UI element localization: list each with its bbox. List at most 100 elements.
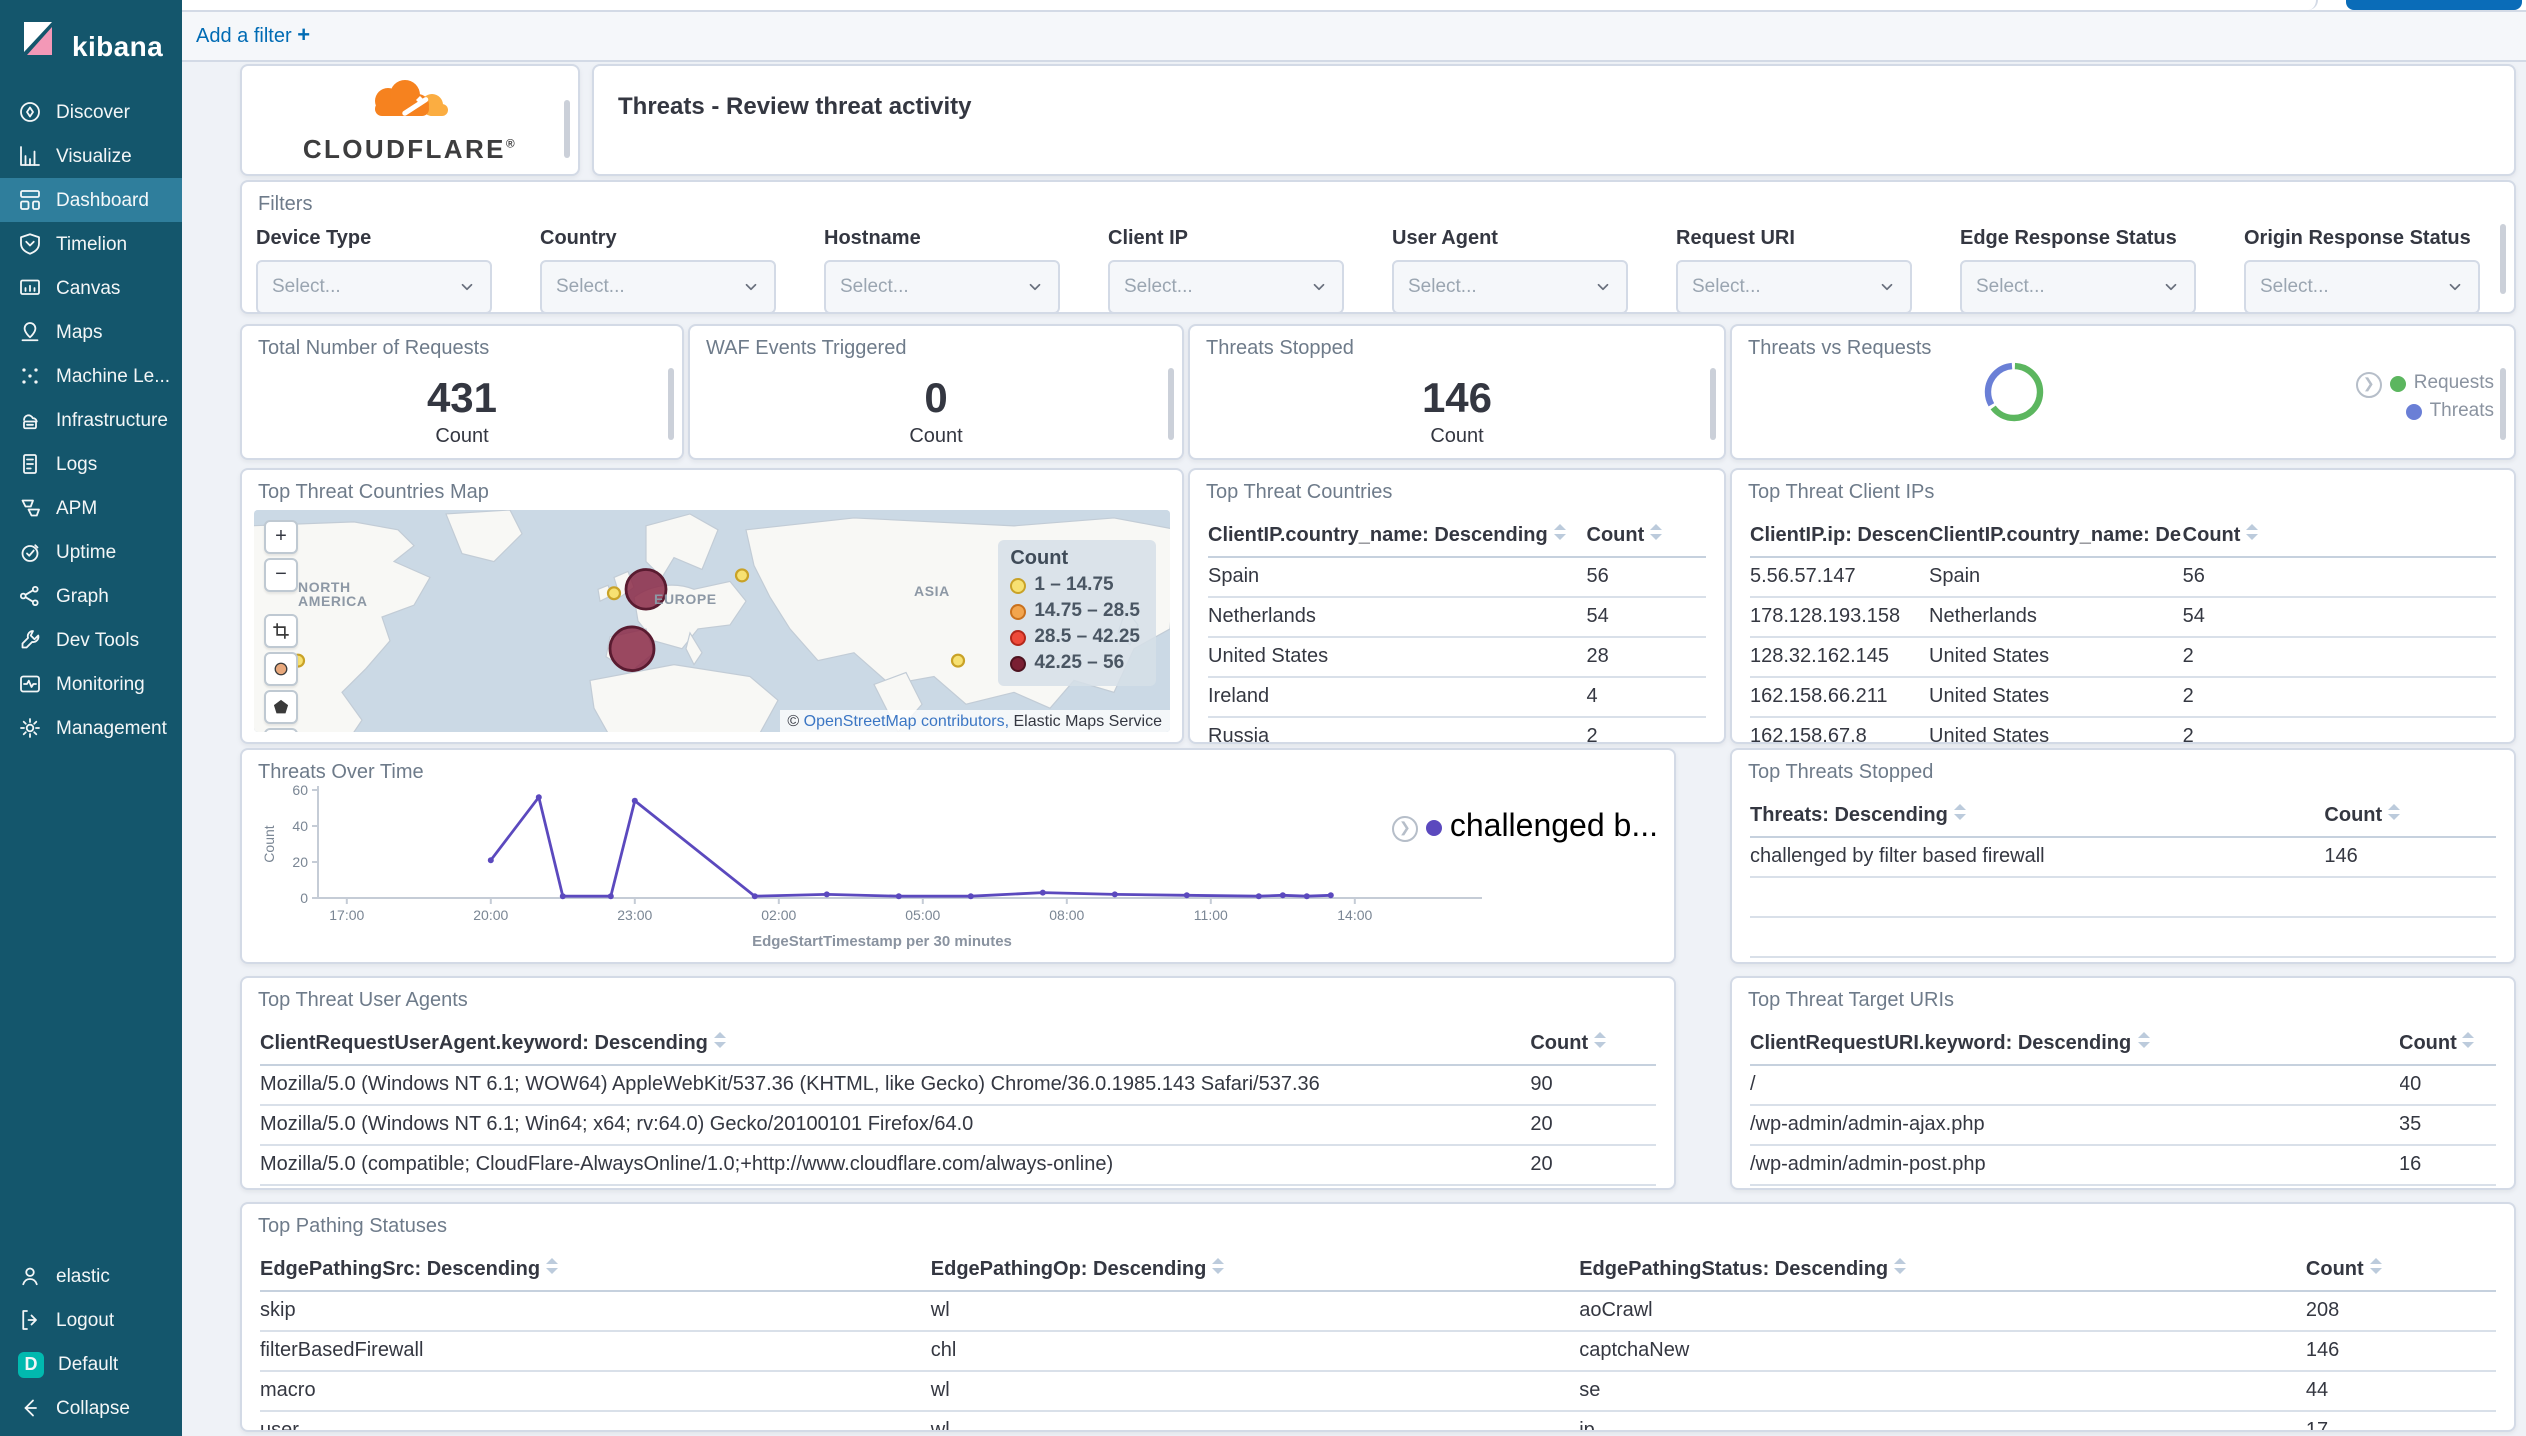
column-header-count[interactable]: Count <box>1586 518 1706 557</box>
scrollbar[interactable] <box>1168 368 1174 440</box>
map-marker[interactable] <box>608 625 656 672</box>
filter-select-country[interactable]: Select... <box>540 260 776 312</box>
map-marker[interactable] <box>950 653 966 668</box>
sort-icon[interactable] <box>2462 1032 2475 1047</box>
column-header-threats-descending[interactable]: Threats: Descending <box>1750 798 2325 837</box>
scrollbar[interactable] <box>1710 368 1716 440</box>
column-header-clientip-country-name-descending[interactable]: ClientIP.country_name: Descending <box>1929 518 2183 557</box>
map-marker[interactable] <box>606 586 622 601</box>
square-tool-button[interactable] <box>264 728 298 732</box>
column-header-count[interactable]: Count <box>2305 1252 2496 1291</box>
sidebar-item-discover[interactable]: Discover <box>0 90 182 134</box>
submit-query-button[interactable] <box>2346 0 2522 10</box>
crop-tool-button[interactable] <box>264 614 298 648</box>
scrollbar[interactable] <box>564 100 570 159</box>
zoom-out-button[interactable]: − <box>264 558 298 592</box>
data-point[interactable] <box>607 893 614 900</box>
legend-item-threats[interactable]: Threats <box>2356 398 2494 426</box>
data-point[interactable] <box>895 893 902 900</box>
data-point[interactable] <box>1183 892 1190 899</box>
data-point[interactable] <box>967 893 974 900</box>
filter-select-hostname[interactable]: Select... <box>824 260 1060 312</box>
filter-select-client-ip[interactable]: Select... <box>1108 260 1344 312</box>
column-header-clientip-ip-descending[interactable]: ClientIP.ip: Descending <box>1750 518 1930 557</box>
world-map[interactable]: NORTH AMERICA EUROPE ASIA + − Count 1 – 14.… <box>254 510 1170 732</box>
column-header-clientip-country-name-descending[interactable]: ClientIP.country_name: Descending <box>1208 518 1587 557</box>
filter-select-origin-response-status[interactable]: Select... <box>2244 260 2480 312</box>
data-point[interactable] <box>559 893 566 900</box>
data-point[interactable] <box>751 893 758 900</box>
sidebar-item-graph[interactable]: Graph <box>0 574 182 618</box>
openstreetmap-link[interactable]: OpenStreetMap contributors, <box>804 712 1009 730</box>
query-input[interactable] <box>2300 0 2318 10</box>
sort-icon[interactable] <box>1650 524 1663 539</box>
sidebar-item-uptime[interactable]: Uptime <box>0 530 182 574</box>
filter-select-device-type[interactable]: Select... <box>256 260 492 312</box>
sidebar-item-canvas[interactable]: Canvas <box>0 266 182 310</box>
filter-select-request-uri[interactable]: Select... <box>1676 260 1912 312</box>
legend-collapse-icon[interactable]: ❯ <box>1391 815 1418 841</box>
sidebar-item-dev-tools[interactable]: Dev Tools <box>0 618 182 662</box>
sort-icon[interactable] <box>1594 1032 1607 1047</box>
column-header-edgepathingstatus-descending[interactable]: EdgePathingStatus: Descending <box>1579 1252 2306 1291</box>
column-header-count[interactable]: Count <box>1530 1026 1656 1065</box>
column-header-edgepathingop-descending[interactable]: EdgePathingOp: Descending <box>930 1252 1580 1291</box>
sort-icon[interactable] <box>2246 524 2259 539</box>
data-point[interactable] <box>1111 891 1118 898</box>
data-point[interactable] <box>535 794 542 801</box>
column-header-clientrequesturi-keyword-descending[interactable]: ClientRequestURI.keyword: Descending <box>1750 1026 2399 1065</box>
sidebar-item-apm[interactable]: APM <box>0 486 182 530</box>
sidebar-item-management[interactable]: Management <box>0 706 182 750</box>
column-header-edgepathingsrc-descending[interactable]: EdgePathingSrc: Descending <box>260 1252 931 1291</box>
series-label[interactable]: challenged b... <box>1450 810 1658 846</box>
sidebar-item-dashboard[interactable]: Dashboard <box>0 178 182 222</box>
scrollbar[interactable] <box>2500 223 2506 294</box>
legend-item-requests[interactable]: ❯ Requests <box>2355 370 2494 398</box>
sort-icon[interactable] <box>2369 1258 2382 1273</box>
map-marker[interactable] <box>734 568 750 583</box>
filter-select-edge-response-status[interactable]: Select... <box>1960 260 2196 312</box>
filter-select-user-agent[interactable]: Select... <box>1392 260 1628 312</box>
scrollbar[interactable] <box>2500 368 2506 440</box>
circle-tool-button[interactable] <box>264 652 298 686</box>
kibana-home[interactable]: kibana <box>0 0 182 90</box>
sidebar-item-collapse[interactable]: Collapse <box>0 1386 182 1430</box>
sidebar-item-logout[interactable]: Logout <box>0 1298 182 1342</box>
sidebar-item-machine-le[interactable]: Machine Le... <box>0 354 182 398</box>
data-point[interactable] <box>823 891 830 898</box>
table-header-row: ClientRequestUserAgent.keyword: Descendi… <box>260 1026 1656 1065</box>
sidebar-item-logs[interactable]: Logs <box>0 442 182 486</box>
scrollbar[interactable] <box>668 368 674 440</box>
sidebar-item-default[interactable]: D Default <box>0 1342 182 1386</box>
sort-icon[interactable] <box>1894 1258 1907 1273</box>
zoom-in-button[interactable]: + <box>264 520 298 554</box>
sort-icon[interactable] <box>1953 804 1966 819</box>
sidebar-item-monitoring[interactable]: Monitoring <box>0 662 182 706</box>
sort-icon[interactable] <box>1553 524 1566 539</box>
sort-icon[interactable] <box>1212 1258 1225 1273</box>
polygon-tool-button[interactable] <box>264 690 298 724</box>
table-row: United States 28 <box>1208 636 1706 677</box>
add-filter-link[interactable]: Add a filter + <box>196 24 310 48</box>
column-header-clientrequestuseragent-keyword-descending[interactable]: ClientRequestUserAgent.keyword: Descendi… <box>260 1026 1531 1065</box>
sort-icon[interactable] <box>2137 1032 2150 1047</box>
column-header-count[interactable]: Count <box>2399 1026 2496 1065</box>
data-point[interactable] <box>487 857 494 864</box>
sort-icon[interactable] <box>2388 804 2401 819</box>
sort-icon[interactable] <box>713 1032 726 1047</box>
column-header-count[interactable]: Count <box>2182 518 2496 557</box>
sidebar-item-maps[interactable]: Maps <box>0 310 182 354</box>
data-point[interactable] <box>1303 893 1310 900</box>
sidebar-item-infrastructure[interactable]: Infrastructure <box>0 398 182 442</box>
data-point[interactable] <box>1255 893 1262 900</box>
sidebar-item-visualize[interactable]: Visualize <box>0 134 182 178</box>
legend-collapse-icon[interactable]: ❯ <box>2355 371 2382 397</box>
data-point[interactable] <box>1039 889 1046 896</box>
data-point[interactable] <box>1279 892 1286 899</box>
sidebar-item-elastic[interactable]: elastic <box>0 1254 182 1298</box>
column-header-count[interactable]: Count <box>2324 798 2496 837</box>
sidebar-item-timelion[interactable]: Timelion <box>0 222 182 266</box>
sort-icon[interactable] <box>546 1258 559 1273</box>
data-point[interactable] <box>631 797 638 804</box>
data-point[interactable] <box>1327 892 1334 899</box>
